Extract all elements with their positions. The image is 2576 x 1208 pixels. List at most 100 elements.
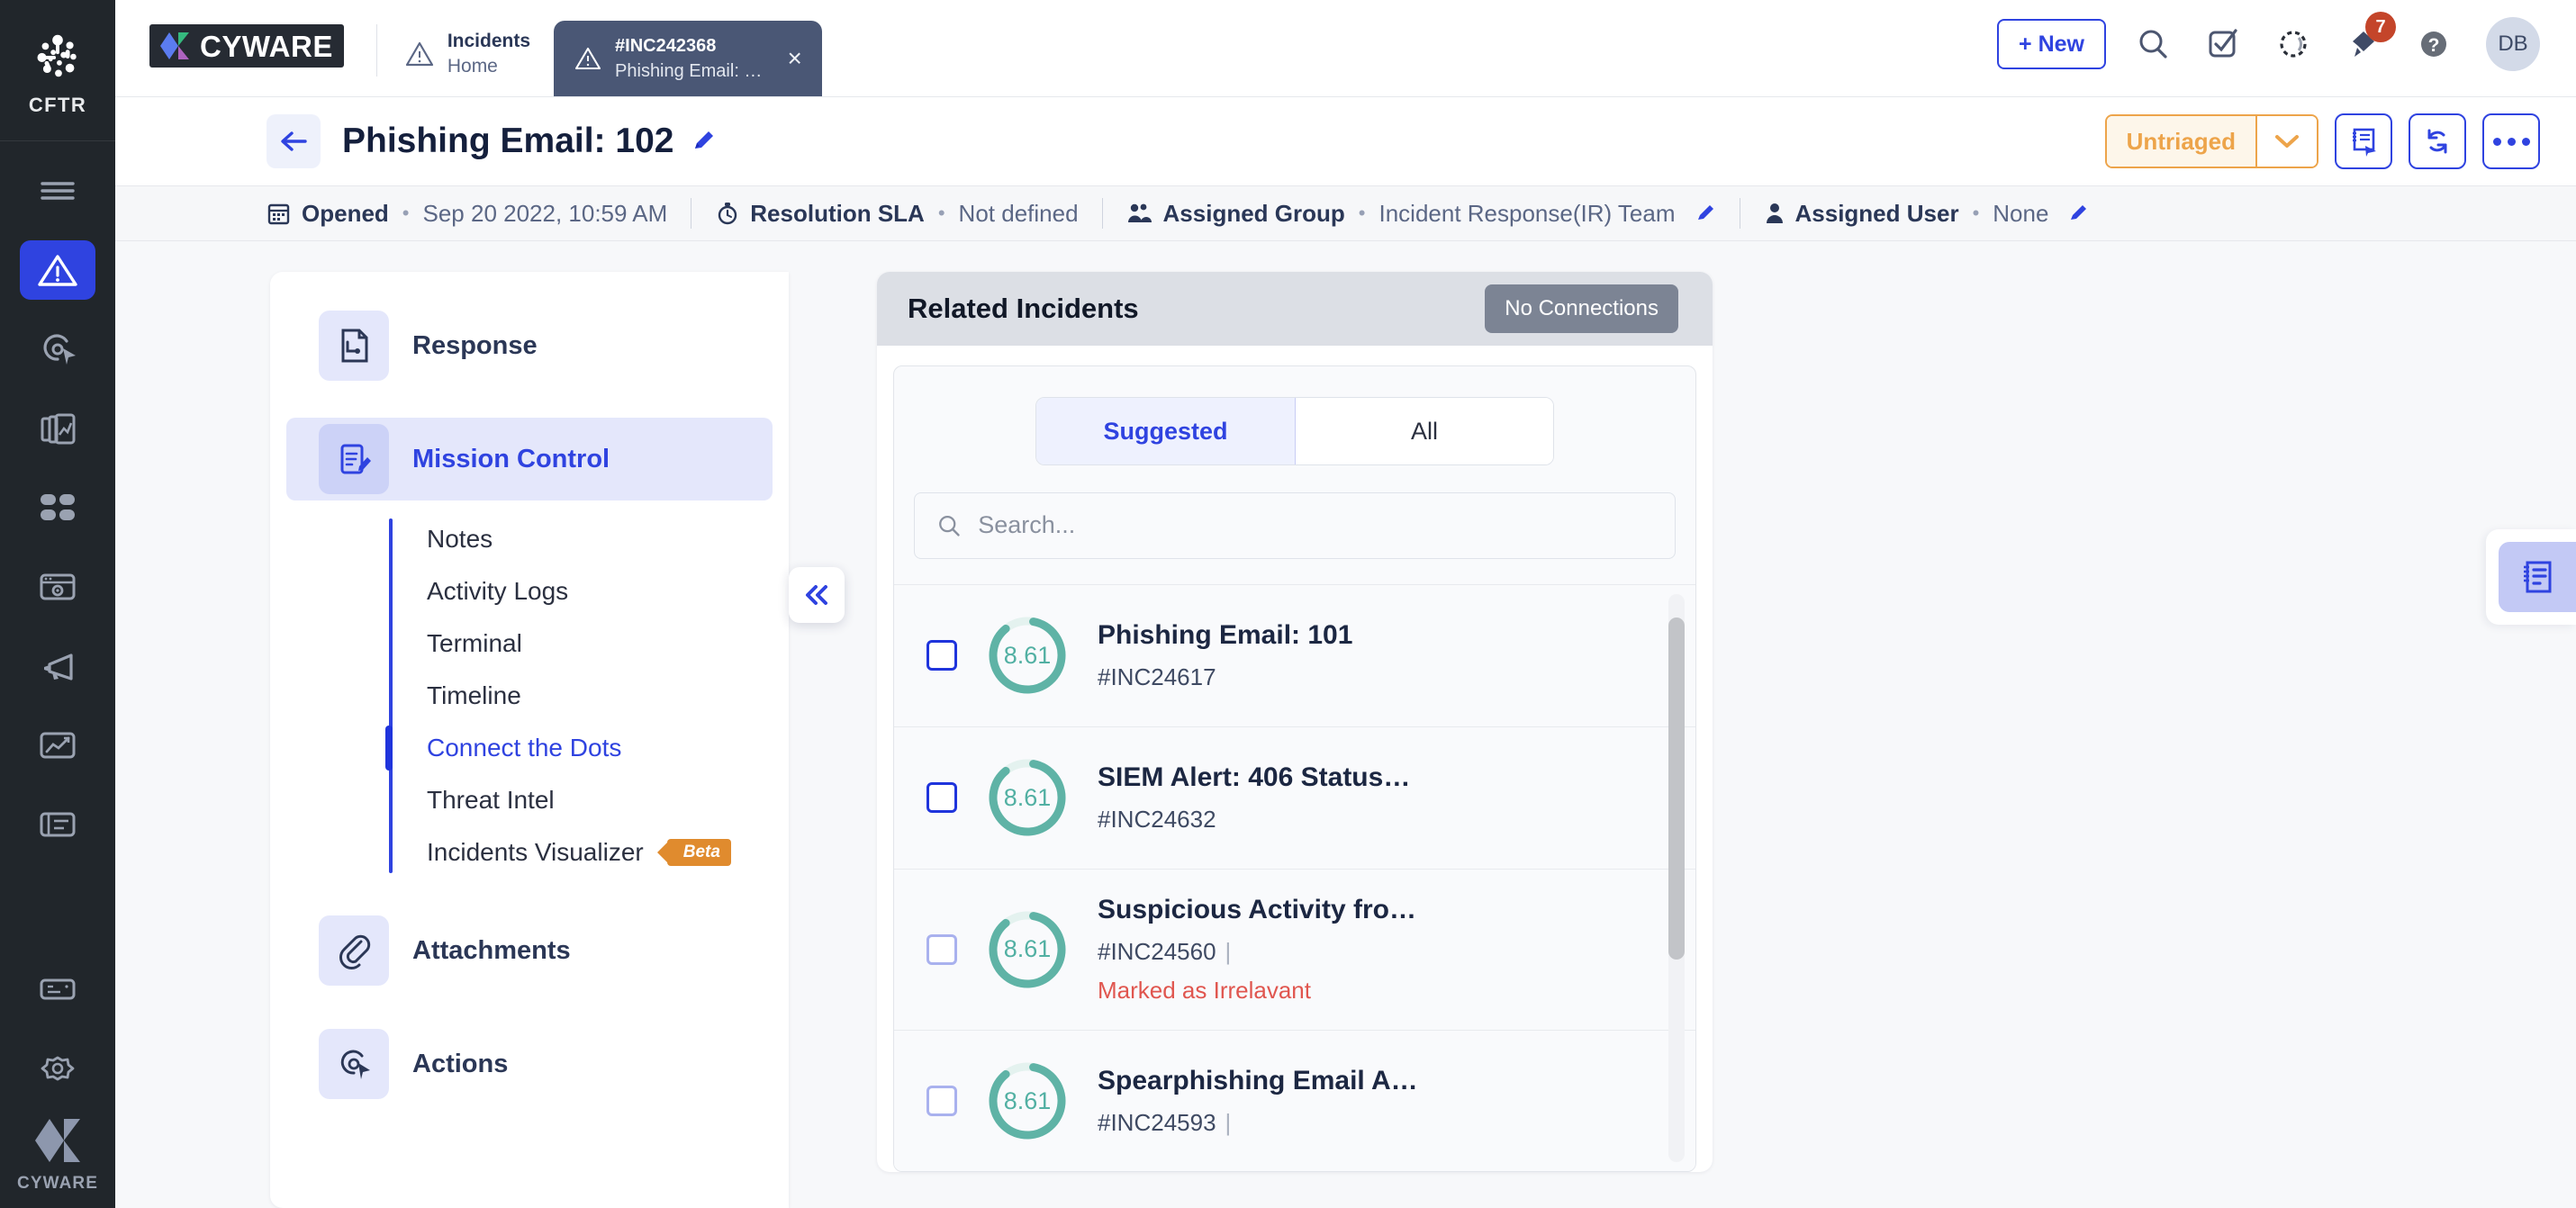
report-stack-icon [37,410,78,447]
meta-label: Opened [302,200,389,228]
activity-button[interactable] [2270,21,2317,68]
collapse-sidebar-button[interactable] [789,567,845,623]
main-content: Related Incidents No Connections Suggest… [789,272,2576,1208]
tab-incident-id: #INC242368 [615,34,762,58]
megaphone-icon [37,648,78,684]
copy-pages-icon [2348,126,2379,157]
edit-assigned-group-button[interactable] [1695,203,1716,224]
sidebar-item-terminal[interactable]: Terminal [389,618,789,670]
open-document-tab[interactable]: #INC242368 Phishing Email: … × [554,21,822,96]
stopwatch-icon [715,201,740,226]
row-checkbox[interactable] [926,640,957,671]
page-header: Phishing Email: 102 Untriaged [115,97,2576,185]
refresh-button[interactable] [2409,113,2466,169]
sub-item-label: Terminal [427,629,522,658]
response-doc-icon [319,311,389,381]
notifications-button[interactable]: 7 [2340,21,2387,68]
sidebar-item-announcements[interactable] [20,636,95,696]
meta-label: Assigned Group [1163,200,1345,228]
tasks-button[interactable] [2200,21,2246,68]
sidebar-item-analytics[interactable] [20,716,95,775]
sync-refresh-icon [2423,127,2452,156]
mission-clipboard-icon [319,424,389,494]
sidebar-item-reports[interactable] [20,399,95,458]
close-icon[interactable]: × [787,46,801,71]
rail-divider [0,140,115,141]
row-checkbox[interactable] [926,1086,957,1116]
nav-item-response[interactable]: Response [286,304,773,387]
row-checkbox[interactable] [926,782,957,813]
incident-title: Spearphishing Email A… [1098,1066,1418,1095]
cyware-brand-logo[interactable]: CYWARE [149,24,344,68]
list-item[interactable]: 8.61 Suspicious Activity fro… #INC24560|… [894,870,1695,1031]
search-input[interactable] [978,511,1653,539]
tasks-check-icon [2205,26,2241,62]
search-field[interactable] [914,492,1676,559]
sub-item-label: Incidents Visualizer [427,838,644,867]
gear-icon [38,1052,77,1085]
list-item[interactable]: 8.61 Spearphishing Email A… #INC24593| [894,1031,1695,1171]
incident-title: Suspicious Activity fro… [1098,895,1416,924]
connections-status-chip[interactable]: No Connections [1485,284,1678,333]
sidebar-item-connect-the-dots[interactable]: Connect the Dots [389,722,789,774]
sidebar-item-configuration[interactable] [20,557,95,617]
breadcrumb[interactable]: Incidents Home [404,30,530,79]
alert-triangle-icon [574,45,602,72]
nav-item-label: Actions [412,1050,508,1079]
status-badge[interactable]: Untriaged [2105,114,2318,168]
list-scrollbar[interactable] [1668,594,1685,1162]
related-incidents-list: 8.61 Phishing Email: 101 #INC24617 [894,585,1695,1171]
sidebar-item-incidents-visualizer[interactable]: Incidents Visualizer Beta [389,826,789,879]
new-button[interactable]: + New [1997,19,2106,69]
severity-score-ring: 8.61 [984,1058,1071,1144]
text-separator: | [1225,938,1232,965]
meta-divider [1102,198,1103,229]
sidebar-item-settings[interactable] [20,1039,95,1098]
related-incidents-tabs: Suggested All [1035,397,1554,465]
edit-title-button[interactable] [690,128,717,155]
console-card-icon [37,976,78,1003]
sub-item-label: Activity Logs [427,577,568,606]
search-button[interactable] [2129,21,2176,68]
meta-value: Incident Response(IR) Team [1378,200,1675,228]
company-brand: CYWARE [17,1114,98,1194]
tab-all[interactable]: All [1295,398,1553,464]
more-options-button[interactable] [2482,113,2540,169]
sidebar-item-notes[interactable]: Notes [389,513,789,565]
sidebar-item-forms[interactable] [20,795,95,854]
sub-item-label: Notes [427,525,493,554]
sidebar-item-threat-intel[interactable]: Threat Intel [389,774,789,826]
notes-dock-button[interactable] [2499,542,2576,612]
nav-item-actions[interactable]: Actions [286,1023,773,1105]
product-code: CFTR [29,94,86,117]
help-button[interactable]: ? [2410,21,2457,68]
nav-item-attachments[interactable]: Attachments [286,909,773,992]
status-dropdown-toggle[interactable] [2255,116,2317,167]
tab-suggested[interactable]: Suggested [1036,398,1295,464]
svg-text:?: ? [2428,35,2440,56]
list-item[interactable]: 8.61 SIEM Alert: 406 Status… #INC24632 [894,727,1695,870]
edit-assigned-user-button[interactable] [2067,203,2089,224]
sidebar-item-incidents[interactable] [20,240,95,300]
sidebar-item-timeline[interactable]: Timeline [389,670,789,722]
list-item[interactable]: 8.61 Phishing Email: 101 #INC24617 [894,585,1695,727]
severity-score-ring: 8.61 [984,754,1071,841]
sidebar-item-apps[interactable] [20,478,95,537]
sidebar-item-activity-logs[interactable]: Activity Logs [389,565,789,618]
sidebar-item-actions[interactable] [20,320,95,379]
calendar-icon [267,201,292,226]
incident-id: #INC24617 [1098,663,1352,691]
meta-separator-dot: • [938,202,945,225]
nav-item-mission-control[interactable]: Mission Control [286,418,773,500]
meta-value: Sep 20 2022, 10:59 AM [423,200,668,228]
notebook-list-icon [2519,558,2555,596]
meta-value: Not defined [959,200,1079,228]
row-checkbox[interactable] [926,934,957,965]
sidebar-item-menu[interactable] [20,161,95,221]
back-button[interactable] [267,114,321,168]
avatar[interactable]: DB [2486,17,2540,71]
sidebar-item-console[interactable] [20,960,95,1019]
chevron-down-icon [2273,132,2301,150]
scrollbar-thumb[interactable] [1668,618,1685,960]
clone-incident-button[interactable] [2335,113,2392,169]
